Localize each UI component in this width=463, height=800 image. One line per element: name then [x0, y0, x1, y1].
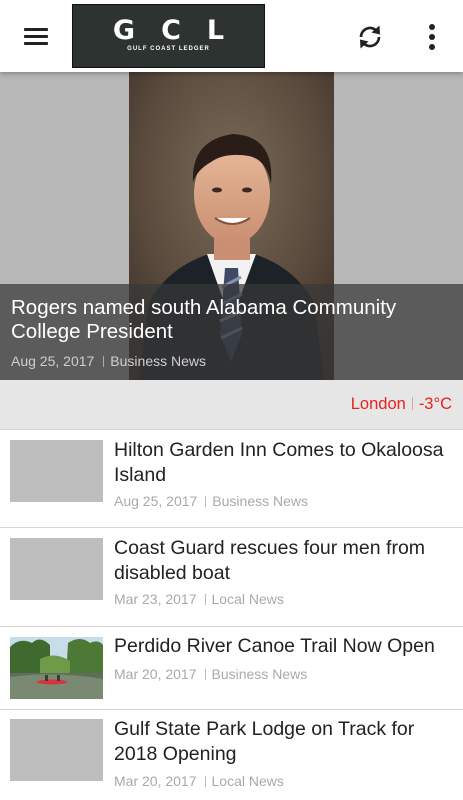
news-list-item[interactable]: Gulf State Park Lodge on Track for 2018 …: [0, 710, 463, 800]
logo-letters: GCL: [112, 15, 251, 46]
more-dot: [429, 44, 435, 50]
weather-bar[interactable]: London -3°C: [0, 380, 463, 430]
meta-divider: [204, 669, 206, 680]
news-date: Mar 23, 2017: [114, 591, 197, 607]
gcl-logo[interactable]: GCL GULF COAST LEDGER: [72, 4, 265, 68]
more-dot: [429, 34, 435, 40]
news-category: Business News: [211, 666, 308, 682]
news-list-item[interactable]: Hilton Garden Inn Comes to Okaloosa Isla…: [0, 430, 463, 528]
weather-temperature: -3°C: [418, 395, 452, 413]
menu-bar: [24, 42, 48, 45]
meta-divider: [205, 496, 207, 507]
news-thumbnail: [10, 637, 103, 699]
news-date: Mar 20, 2017: [114, 666, 197, 682]
news-thumbnail: [10, 719, 103, 781]
news-title: Hilton Garden Inn Comes to Okaloosa Isla…: [114, 439, 444, 486]
more-vert-icon[interactable]: [418, 20, 446, 54]
news-title: Coast Guard rescues four men from disabl…: [114, 537, 426, 584]
news-category: Business News: [212, 493, 308, 509]
featured-story-date: Aug 25, 2017: [11, 353, 95, 369]
news-meta: Mar 20, 2017 Local News: [114, 773, 284, 789]
news-date: Mar 20, 2017: [114, 773, 197, 789]
news-thumbnail: [10, 440, 103, 502]
featured-story-title: Rogers named south Alabama Community Col…: [11, 296, 397, 343]
refresh-icon[interactable]: [352, 20, 388, 54]
news-date: Aug 25, 2017: [114, 493, 198, 509]
news-list-item[interactable]: Coast Guard rescues four men from disabl…: [0, 528, 463, 627]
weather-city: London: [350, 395, 406, 413]
meta-divider: [204, 594, 206, 605]
featured-story-category: Business News: [110, 353, 206, 369]
news-list-item[interactable]: Perdido River Canoe Trail Now Open Mar 2…: [0, 627, 463, 710]
news-title: Gulf State Park Lodge on Track for 2018 …: [114, 718, 415, 765]
news-meta: Mar 20, 2017 Business News: [114, 666, 307, 682]
featured-story-meta: Aug 25, 2017 Business News: [11, 353, 206, 369]
news-title: Perdido River Canoe Trail Now Open: [114, 635, 435, 657]
news-meta: Aug 25, 2017 Business News: [114, 493, 308, 509]
weather-divider: [411, 397, 413, 410]
menu-bar: [24, 28, 48, 31]
app-bar: GCL GULF COAST LEDGER: [0, 0, 463, 72]
hamburger-menu-icon[interactable]: [14, 20, 58, 52]
featured-story[interactable]: Rogers named south Alabama Community Col…: [0, 72, 463, 380]
meta-divider: [103, 356, 105, 367]
news-category: Local News: [211, 773, 284, 789]
news-category: Local News: [211, 591, 284, 607]
meta-divider: [204, 776, 206, 787]
news-thumbnail: [10, 538, 103, 600]
weather-info: London -3°C: [351, 395, 452, 414]
news-meta: Mar 23, 2017 Local News: [114, 591, 284, 607]
logo-subtitle: GULF COAST LEDGER: [127, 46, 210, 52]
menu-bar: [24, 35, 48, 38]
refresh-icon-svg: [359, 25, 381, 49]
more-dot: [429, 24, 435, 30]
